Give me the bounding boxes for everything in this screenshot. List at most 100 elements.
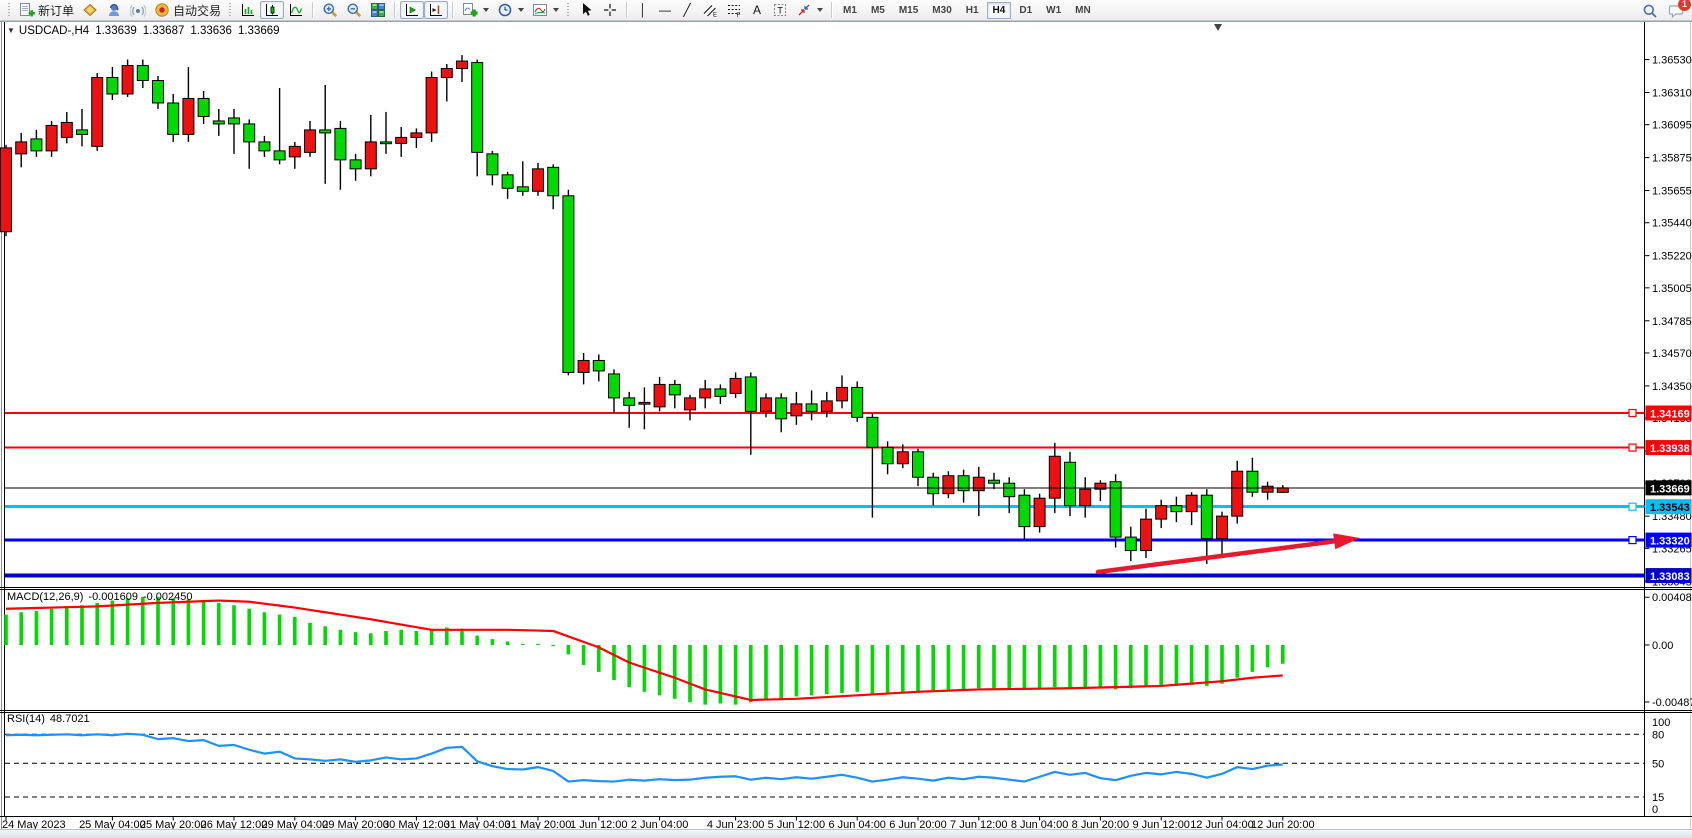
chart-shift-button[interactable] <box>424 1 448 19</box>
macd-bar <box>4 615 8 645</box>
line-chart-button[interactable] <box>284 1 308 19</box>
macd-bar <box>612 645 616 680</box>
timeframe-W1[interactable]: W1 <box>1040 2 1067 19</box>
equidistant-channel-tool[interactable]: E <box>698 1 722 19</box>
rsi-tick-label: 80 <box>1652 729 1664 741</box>
macd-bar <box>217 603 221 645</box>
auto-scroll-button[interactable] <box>400 1 424 19</box>
candlestick-chart-button[interactable] <box>260 1 284 19</box>
line-handle-1.33320[interactable] <box>1629 537 1636 544</box>
zoom-out-button[interactable] <box>342 1 366 19</box>
candle <box>1232 471 1243 516</box>
timeframes-button[interactable] <box>493 1 528 19</box>
chat-button[interactable]: 1 <box>1668 3 1684 19</box>
candle <box>1065 462 1076 505</box>
price-tick-label: 1.35875 <box>1652 153 1692 165</box>
candle <box>396 137 407 143</box>
arrows-tool[interactable] <box>792 1 827 19</box>
candle <box>685 398 696 410</box>
line-handle-1.34169[interactable] <box>1629 410 1636 417</box>
candle <box>958 476 969 491</box>
search-icon[interactable] <box>1642 3 1658 19</box>
autotrading-button[interactable]: 自动交易 <box>150 1 225 19</box>
rsi-indicator-label: RSI(14)48.7021 <box>7 713 95 725</box>
rsi-value: 48.7021 <box>50 713 90 725</box>
toolbar-grip[interactable] <box>7 3 12 18</box>
arrows-dropdown-caret <box>817 8 823 12</box>
macd-bar <box>506 641 510 645</box>
line-handle-1.33543[interactable] <box>1629 503 1636 510</box>
crosshair-icon <box>602 2 618 18</box>
zoom-in-button[interactable] <box>318 1 342 19</box>
macd-bar <box>795 645 799 696</box>
chart-shift-icon <box>428 2 444 18</box>
bar-chart-button[interactable] <box>236 1 260 19</box>
candle <box>1110 482 1121 537</box>
timeframe-H4[interactable]: H4 <box>987 2 1012 19</box>
candle <box>837 387 848 400</box>
toolbar-grip[interactable] <box>566 3 571 18</box>
zoom-out-icon <box>346 2 362 18</box>
signal-button[interactable] <box>126 1 150 19</box>
macd-bar <box>536 644 540 645</box>
collapse-icon[interactable]: ▼ <box>7 26 15 35</box>
customer-service-icon <box>106 2 122 18</box>
indicators-button[interactable] <box>458 1 493 19</box>
candle <box>122 66 133 94</box>
text-tool[interactable]: A <box>746 1 768 19</box>
macd-bar <box>1190 645 1194 685</box>
new-order-button[interactable]: 新订单 <box>15 1 78 19</box>
macd-bar <box>111 601 115 645</box>
candle <box>578 360 589 372</box>
toolbar-grip[interactable] <box>228 3 233 18</box>
candle <box>1201 495 1212 538</box>
vertical-line-tool[interactable]: │ <box>632 1 654 19</box>
candle <box>107 78 118 94</box>
rsi-line <box>6 734 1283 782</box>
timeframe-MN[interactable]: MN <box>1069 2 1097 19</box>
macd-bar <box>460 629 464 645</box>
text-label-tool[interactable]: T <box>768 1 792 19</box>
timeframe-M5[interactable]: M5 <box>865 2 891 19</box>
macd-bar <box>50 609 54 645</box>
candle <box>335 128 346 159</box>
horizontal-line-tool[interactable]: — <box>654 1 676 19</box>
candle <box>350 160 361 169</box>
price-tick-label: 1.36530 <box>1652 55 1692 67</box>
candle <box>745 377 756 411</box>
trendline-tool[interactable]: ╱ <box>676 1 698 19</box>
gold-ingot-button[interactable] <box>78 1 102 19</box>
candle <box>761 398 772 411</box>
macd-bar <box>810 645 814 695</box>
macd-bar <box>1038 645 1042 688</box>
macd-bar <box>339 630 343 645</box>
macd-bar <box>947 645 951 689</box>
candle <box>1141 519 1152 550</box>
candle <box>639 402 650 404</box>
templates-button[interactable] <box>528 1 563 19</box>
tile-windows-button[interactable] <box>366 1 390 19</box>
macd-bar <box>1099 645 1103 688</box>
timeframe-M30[interactable]: M30 <box>926 2 957 19</box>
candle <box>1004 483 1015 496</box>
customer-service-button[interactable] <box>102 1 126 19</box>
timeframe-M1[interactable]: M1 <box>837 2 863 19</box>
macd-bar <box>95 603 99 645</box>
chart-shift-marker[interactable] <box>1214 24 1222 31</box>
cursor-button[interactable] <box>574 1 598 19</box>
chart-canvas[interactable]: 1.365301.363101.360951.358751.356551.354… <box>0 0 1692 838</box>
candle <box>654 384 665 406</box>
macd-bar <box>703 645 707 705</box>
macd-bar <box>521 644 525 645</box>
fibonacci-tool[interactable]: F <box>722 1 746 19</box>
tile-windows-icon <box>370 2 386 18</box>
macd-bar <box>1159 645 1163 686</box>
macd-bar <box>430 629 434 645</box>
price-tick-label: 1.35220 <box>1652 251 1692 263</box>
timeframe-D1[interactable]: D1 <box>1013 2 1038 19</box>
timeframe-H1[interactable]: H1 <box>960 2 985 19</box>
timeframe-M15[interactable]: M15 <box>893 2 924 19</box>
line-handle-1.33938[interactable] <box>1629 444 1636 451</box>
macd-bar <box>779 645 783 699</box>
crosshair-button[interactable] <box>598 1 622 19</box>
